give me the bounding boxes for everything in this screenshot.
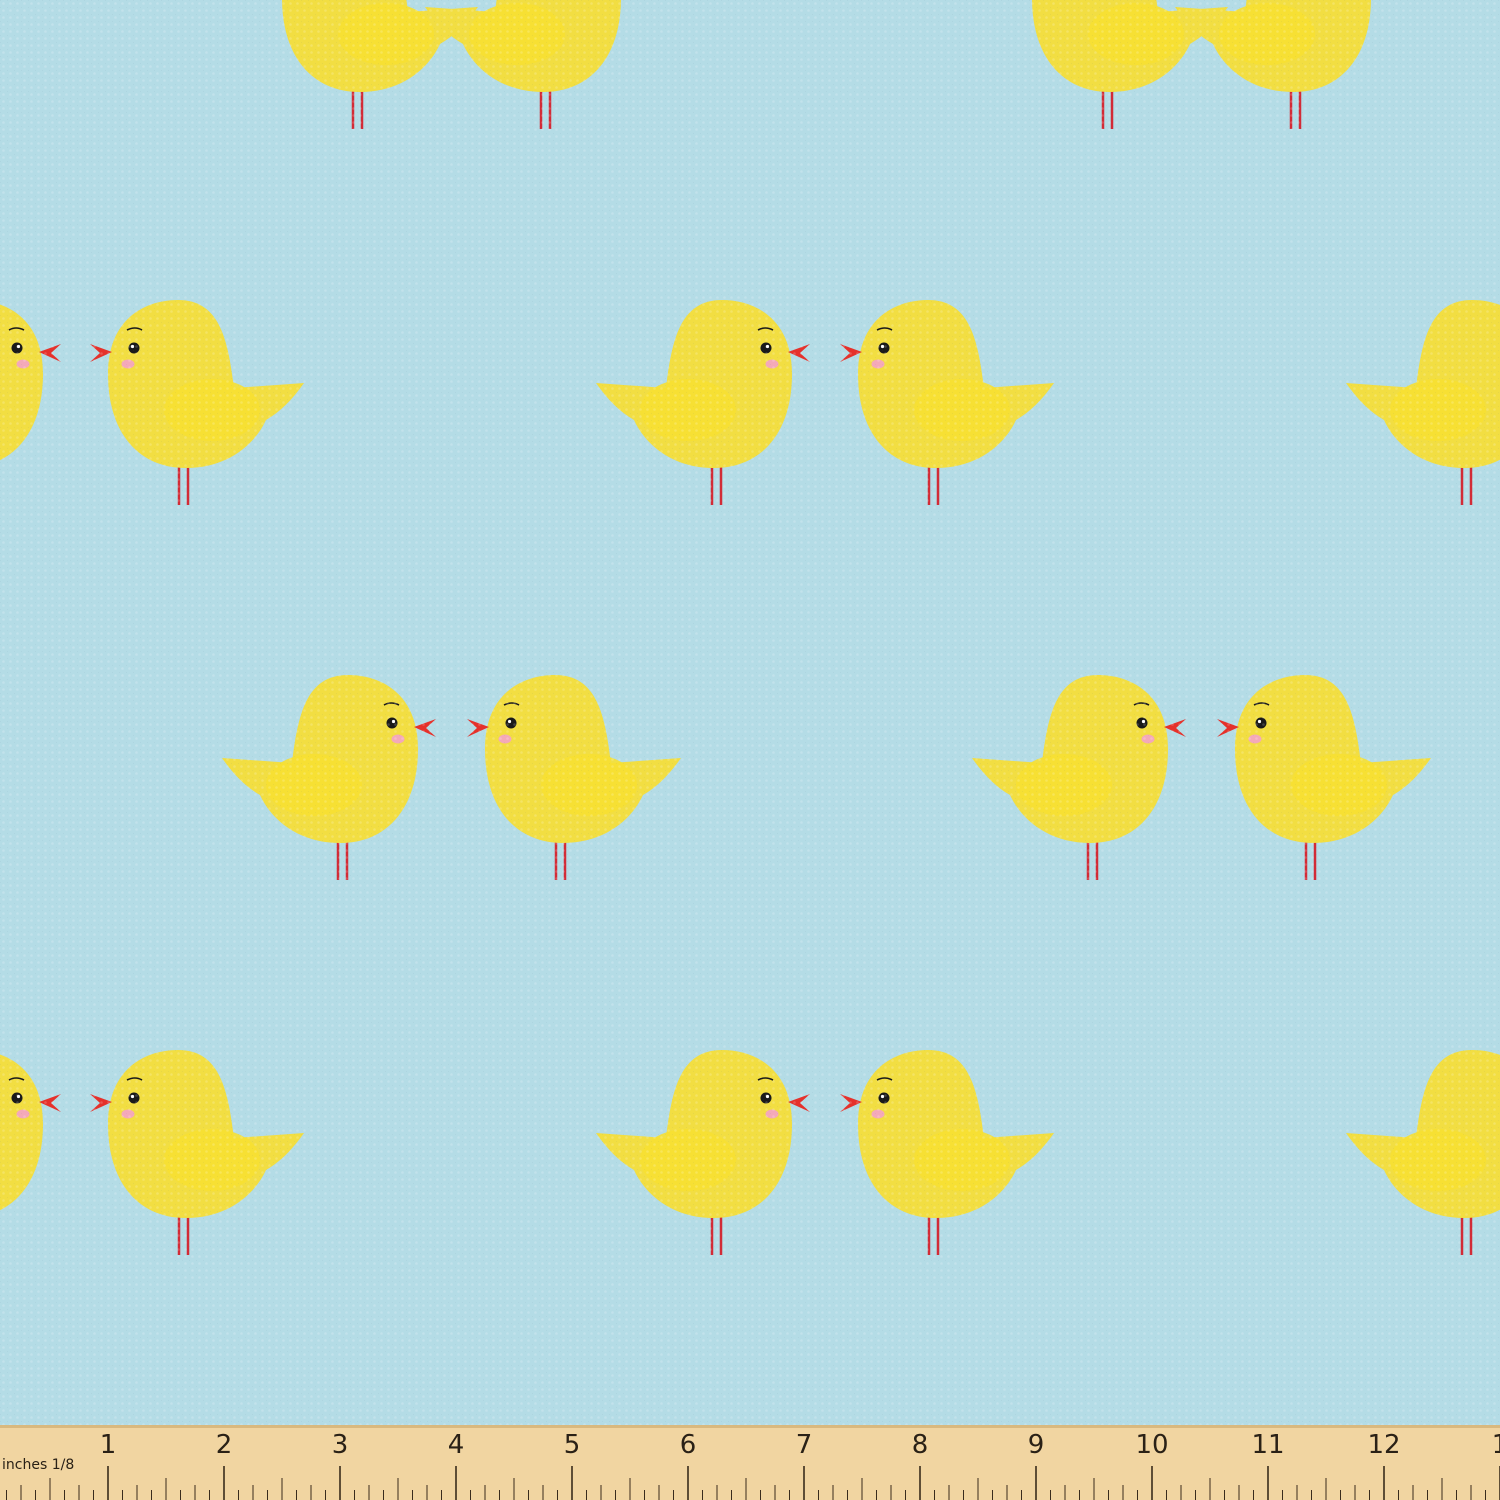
- chick-pattern-fabric: [0, 0, 1500, 1500]
- ruler-number: 12: [1367, 1430, 1400, 1460]
- ruler-number: 9: [1028, 1430, 1045, 1460]
- ruler-number: 5: [564, 1430, 581, 1460]
- ruler-number: 8: [912, 1430, 929, 1460]
- ruler-number: 4: [448, 1430, 465, 1460]
- ruler-number: 10: [1135, 1430, 1168, 1460]
- ruler-number: 1: [1492, 1430, 1500, 1460]
- ruler-number: 7: [796, 1430, 813, 1460]
- ruler-number: 11: [1251, 1430, 1284, 1460]
- ruler-number: 3: [332, 1430, 349, 1460]
- ruler-number: 1: [100, 1430, 117, 1460]
- ruler-number: 6: [680, 1430, 697, 1460]
- ruler-unit-label: inches 1/8: [2, 1457, 74, 1473]
- measuring-ruler: 1234567891011121 inches 1/8: [0, 1425, 1500, 1500]
- fabric-weave-texture: [0, 0, 1500, 1500]
- ruler-number: 2: [216, 1430, 233, 1460]
